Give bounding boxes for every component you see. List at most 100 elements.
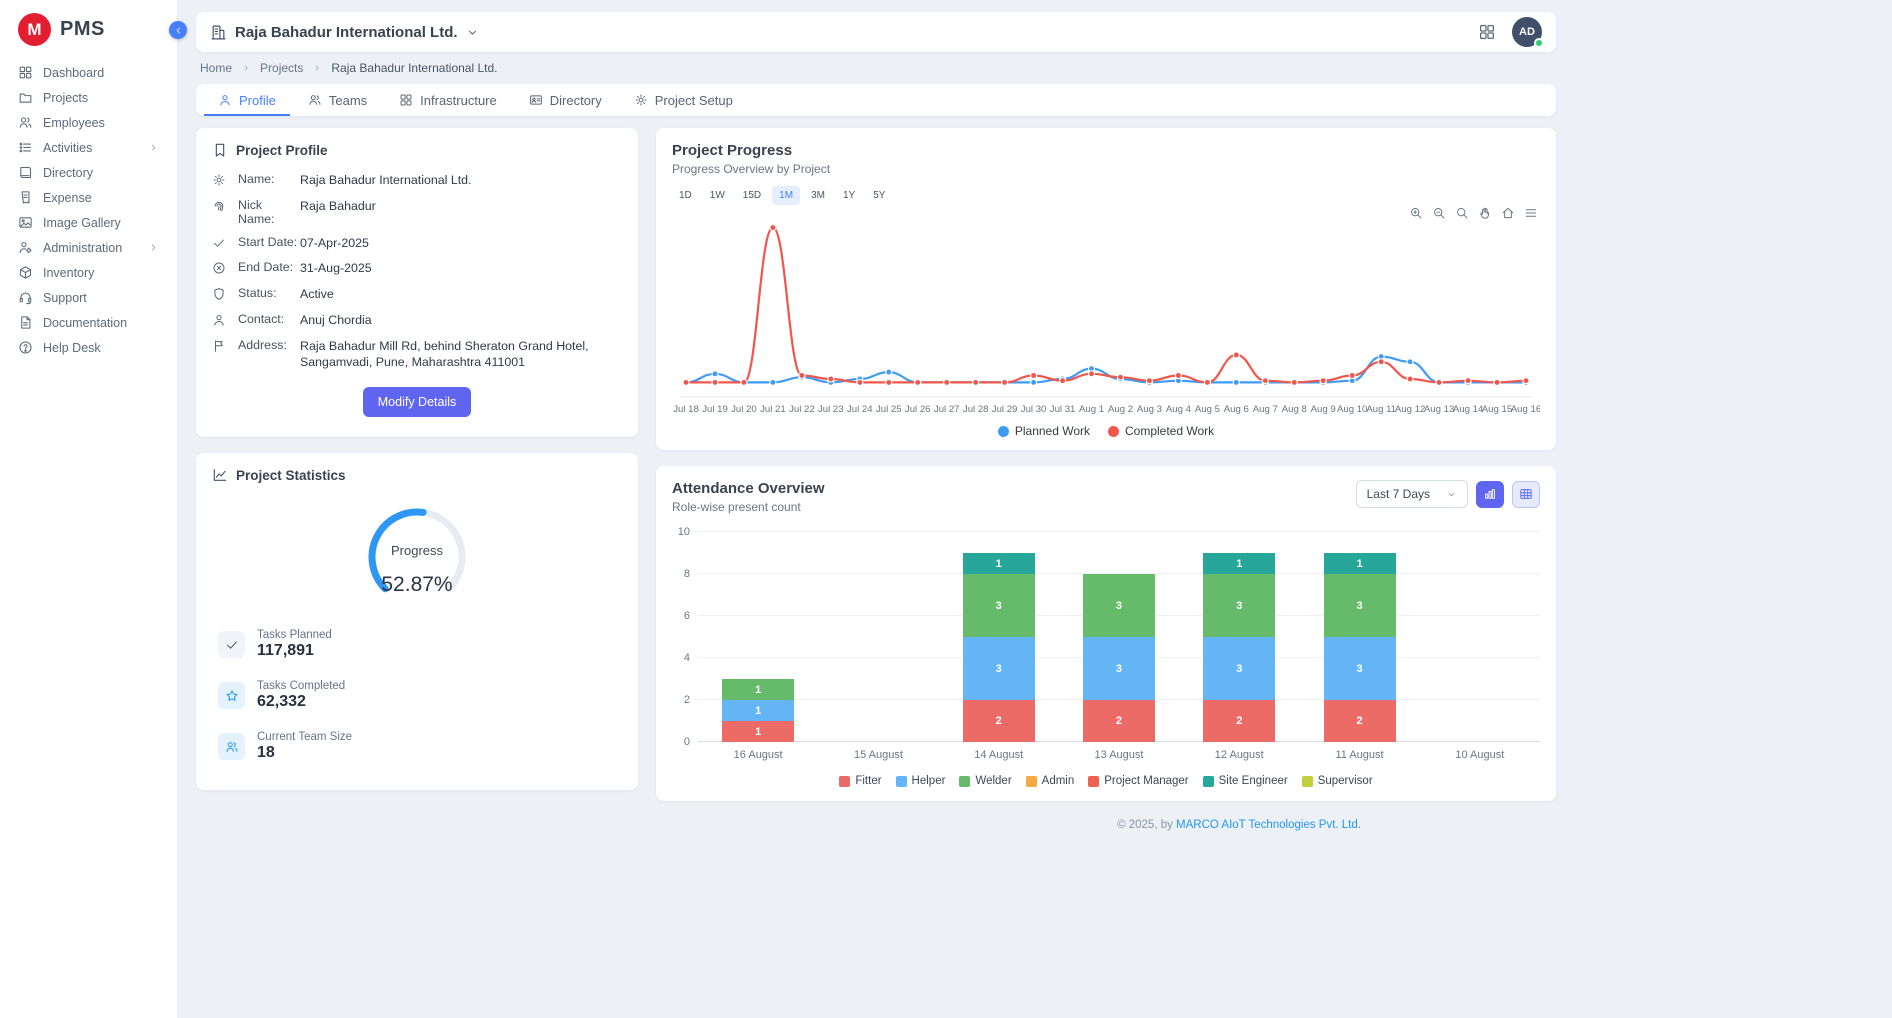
header-actions: AD: [1478, 17, 1542, 47]
field-label: Address:: [238, 338, 300, 352]
breadcrumb-item-home[interactable]: Home: [200, 61, 232, 75]
legend-item-site-engineer[interactable]: Site Engineer: [1203, 775, 1288, 787]
legend-marker: [896, 776, 907, 787]
legend-marker: [1026, 776, 1037, 787]
legend-item-completed-work[interactable]: Completed Work: [1108, 424, 1214, 438]
modify-details-button[interactable]: Modify Details: [363, 387, 472, 417]
tab-directory[interactable]: Directory: [515, 84, 616, 116]
sidebar-item-support[interactable]: Support: [0, 285, 177, 310]
sidebar-item-directory[interactable]: Directory: [0, 160, 177, 185]
tab-label: Infrastructure: [420, 93, 497, 108]
home-icon[interactable]: [1501, 206, 1515, 220]
card-title: Project Profile: [236, 143, 328, 158]
sidebar: M PMS DashboardProjectsEmployeesActiviti…: [0, 0, 178, 1018]
sidebar-item-activities[interactable]: Activities: [0, 135, 177, 160]
range-button-1w[interactable]: 1W: [703, 186, 732, 205]
profile-field-nick-name: Nick Name:Raja Bahadur: [212, 198, 622, 226]
range-button-3m[interactable]: 3M: [804, 186, 832, 205]
chevron-down-icon: [1446, 489, 1457, 500]
zoom-in-icon[interactable]: [1409, 206, 1423, 220]
range-button-15d[interactable]: 15D: [736, 186, 768, 205]
bar-segment-value: 3: [996, 663, 1002, 675]
grid-icon: [18, 65, 33, 80]
card-title: Attendance Overview: [672, 480, 825, 497]
tab-infrastructure[interactable]: Infrastructure: [385, 84, 511, 116]
tab-teams[interactable]: Teams: [294, 84, 381, 116]
legend-label: Completed Work: [1125, 424, 1214, 438]
zoom-out-icon[interactable]: [1432, 206, 1446, 220]
brand[interactable]: M PMS: [0, 0, 177, 60]
sidebar-item-image-gallery[interactable]: Image Gallery: [0, 210, 177, 235]
svg-text:Aug 2: Aug 2: [1108, 404, 1133, 415]
bar-segment-value: 1: [755, 726, 761, 738]
breadcrumb-item-projects[interactable]: Projects: [260, 61, 303, 75]
bar-segment-site-engineer: 1: [963, 553, 1035, 574]
x-axis-label: 16 August: [698, 749, 818, 761]
y-axis-label: 0: [684, 736, 690, 748]
right-column: Project Progress Progress Overview by Pr…: [656, 128, 1556, 845]
legend-label: Welder: [975, 775, 1011, 787]
apps-grid-icon[interactable]: [1478, 23, 1496, 41]
brand-name: PMS: [60, 18, 105, 41]
legend-item-welder[interactable]: Welder: [959, 775, 1011, 787]
bar-column-15-august: [818, 532, 938, 742]
range-button-1d[interactable]: 1D: [672, 186, 699, 205]
range-button-5y[interactable]: 5Y: [866, 186, 892, 205]
chevron-right-icon: [148, 142, 159, 153]
legend-item-supervisor[interactable]: Supervisor: [1302, 775, 1373, 787]
field-label: Status:: [238, 286, 300, 300]
selection-zoom-icon[interactable]: [1455, 206, 1469, 220]
field-value: Anuj Chordia: [300, 312, 622, 329]
svg-text:Aug 7: Aug 7: [1253, 404, 1278, 415]
date-range-select[interactable]: Last 7 Days: [1356, 480, 1468, 508]
footer-company-link[interactable]: MARCO AIoT Technologies Pvt. Ltd.: [1176, 819, 1361, 831]
svg-text:Aug 6: Aug 6: [1224, 404, 1249, 415]
pan-icon[interactable]: [1478, 206, 1492, 220]
attendance-bar-chart: 0246810 111233123323312331 16 August15 A…: [672, 532, 1540, 761]
bar-segment-value: 1: [1356, 558, 1362, 570]
sidebar-collapse-button[interactable]: [169, 21, 187, 39]
sidebar-item-documentation[interactable]: Documentation: [0, 310, 177, 335]
x-axis-label: 11 August: [1299, 749, 1419, 761]
range-button-1y[interactable]: 1Y: [836, 186, 862, 205]
bar-segment-value: 3: [1116, 663, 1122, 675]
tab-project-setup[interactable]: Project Setup: [620, 84, 747, 116]
range-button-1m[interactable]: 1M: [772, 186, 800, 205]
bar-segment-helper: 3: [1324, 637, 1396, 700]
sidebar-item-inventory[interactable]: Inventory: [0, 260, 177, 285]
legend-item-admin[interactable]: Admin: [1026, 775, 1075, 787]
sidebar-item-dashboard[interactable]: Dashboard: [0, 60, 177, 85]
field-value: 31-Aug-2025: [300, 260, 622, 277]
grid-icon: [399, 93, 413, 107]
stat-label: Current Team Size: [257, 731, 352, 743]
sidebar-item-projects[interactable]: Projects: [0, 85, 177, 110]
svg-text:Aug 9: Aug 9: [1311, 404, 1336, 415]
table-view-toggle[interactable]: [1512, 481, 1540, 508]
tab-label: Teams: [329, 93, 367, 108]
user-avatar[interactable]: AD: [1512, 17, 1542, 47]
card-subtitle: Progress Overview by Project: [672, 162, 1540, 176]
sidebar-item-administration[interactable]: Administration: [0, 235, 177, 260]
legend-item-project-manager[interactable]: Project Manager: [1088, 775, 1188, 787]
legend-item-planned-work[interactable]: Planned Work: [998, 424, 1090, 438]
stat-label: Tasks Completed: [257, 680, 345, 692]
tab-profile[interactable]: Profile: [204, 84, 290, 116]
svg-text:Jul 19: Jul 19: [702, 404, 728, 415]
legend-item-helper[interactable]: Helper: [896, 775, 946, 787]
card-title-row: Project Profile: [212, 142, 622, 158]
sidebar-item-label: Image Gallery: [43, 216, 121, 230]
svg-text:Aug 1: Aug 1: [1079, 404, 1104, 415]
sidebar-item-expense[interactable]: Expense: [0, 185, 177, 210]
legend-item-fitter[interactable]: Fitter: [839, 775, 881, 787]
sidebar-item-employees[interactable]: Employees: [0, 110, 177, 135]
chart-view-toggle[interactable]: [1476, 481, 1504, 508]
menu-icon[interactable]: [1524, 206, 1538, 220]
company-selector[interactable]: Raja Bahadur International Ltd.: [210, 24, 479, 41]
bar-segment-helper: 3: [1083, 637, 1155, 700]
svg-text:Aug 3: Aug 3: [1137, 404, 1162, 415]
svg-text:Jul 21: Jul 21: [760, 404, 786, 415]
bar-segment-welder: 3: [963, 574, 1035, 637]
legend-marker: [998, 426, 1009, 437]
sidebar-item-help-desk[interactable]: Help Desk: [0, 335, 177, 360]
brand-logo: M: [18, 13, 51, 46]
